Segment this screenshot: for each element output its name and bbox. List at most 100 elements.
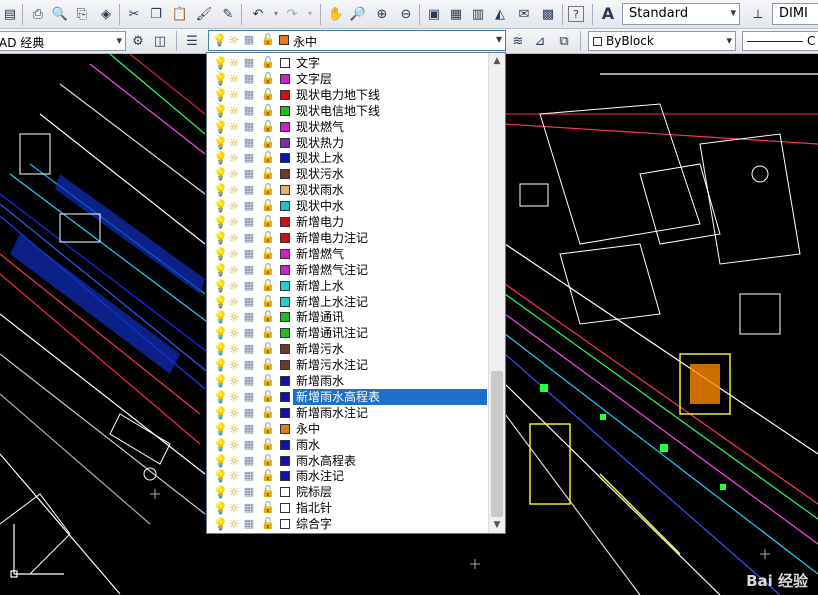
layer-row[interactable]: 💡 ☼ ▦ 🔓 新增上水 [207,278,489,294]
layer-on-icon[interactable]: 💡 [213,279,228,293]
layer-on-icon[interactable]: 💡 [213,517,228,531]
viewport-freeze-icon[interactable]: ▦ [242,485,256,499]
layer-row[interactable]: 💡 ☼ ▦ 🔓 综合字 [207,516,489,532]
viewport-freeze-icon[interactable]: ▦ [242,406,256,420]
lock-icon[interactable]: 🔓 [261,390,275,404]
layer-row[interactable]: 💡 ☼ ▦ 🔓 现状上水 [207,150,489,166]
freeze-icon[interactable]: ☼ [227,326,241,340]
layer-row[interactable]: 💡 ☼ ▦ 🔓 新增燃气注记 [207,262,489,278]
viewport-freeze-icon[interactable]: ▦ [242,295,256,309]
layer-color-swatch[interactable] [280,153,290,164]
freeze-icon[interactable]: ☼ [227,310,241,324]
lock-icon[interactable]: 🔓 [261,422,275,436]
layer-color-swatch[interactable] [280,519,290,530]
scroll-up-icon[interactable]: ▲ [489,53,505,69]
design-center-icon[interactable]: ▦ [446,4,466,24]
layer-color-swatch[interactable] [280,121,290,132]
layer-color-swatch[interactable] [280,344,290,355]
lock-icon[interactable]: 🔓 [261,501,275,515]
layer-color-swatch[interactable] [280,201,290,212]
lock-icon[interactable]: 🔓 [261,310,275,324]
workspace-combo[interactable]: AD 经典 ▾ [0,31,126,51]
layer-color-swatch[interactable] [280,232,290,243]
freeze-icon[interactable]: ☼ [227,104,241,118]
viewport-freeze-icon[interactable]: ▦ [242,199,256,213]
lock-icon[interactable]: 🔓 [261,279,275,293]
freeze-icon[interactable]: ☼ [227,199,241,213]
freeze-icon[interactable]: ☼ [227,390,241,404]
viewport-freeze-icon[interactable]: ▦ [242,151,256,165]
layer-row[interactable]: 💡 ☼ ▦ 🔓 院标层 [207,484,489,500]
layer-on-icon[interactable]: 💡 [213,374,228,388]
layer-row[interactable]: 💡 ☼ ▦ 🔓 现状热力 [207,135,489,151]
viewport-freeze-icon[interactable]: ▦ [242,88,256,102]
layer-color-swatch[interactable] [280,503,290,514]
freeze-icon[interactable]: ☼ [227,167,241,181]
layer-row[interactable]: 💡 ☼ ▦ 🔓 新增污水注记 [207,357,489,373]
layer-row[interactable]: 💡 ☼ ▦ 🔓 文字层 [207,71,489,87]
layer-color-swatch[interactable] [280,73,290,84]
layer-row[interactable]: 💡 ☼ ▦ 🔓 现状污水 [207,166,489,182]
lock-icon[interactable]: 🔓 [261,215,275,229]
viewport-freeze-icon[interactable]: ▦ [242,215,256,229]
layer-on-icon[interactable]: 💡 [213,199,228,213]
lock-icon[interactable]: 🔓 [261,295,275,309]
layer-on-icon[interactable]: 💡 [213,454,228,468]
layer-color-swatch[interactable] [280,217,290,227]
lock-icon[interactable]: 🔓 [261,263,275,277]
layer-color-swatch[interactable] [280,407,290,418]
calculator-icon[interactable]: ▩ [538,4,558,24]
layer-color-swatch[interactable] [280,312,290,323]
freeze-icon[interactable]: ☼ [227,295,241,309]
layer-on-icon[interactable]: 💡 [213,326,228,340]
layer-previous-icon[interactable]: ◫ [150,31,170,51]
lock-icon[interactable]: 🔓 [261,247,275,261]
viewport-freeze-icon[interactable]: ▦ [242,167,256,181]
lock-icon[interactable]: 🔓 [261,358,275,372]
layer-row[interactable]: 💡 ☼ ▦ 🔓 新增通讯 [207,309,489,325]
lineweight-combo[interactable]: C [742,31,818,51]
viewport-freeze-icon[interactable]: ▦ [242,469,256,483]
freeze-icon[interactable]: ☼ [227,454,241,468]
freeze-icon[interactable]: ☼ [227,485,241,499]
freeze-icon[interactable]: ☼ [227,183,241,197]
freeze-icon[interactable]: ☼ [227,151,241,165]
layer-on-icon[interactable]: 💡 [213,231,228,245]
layer-combo[interactable]: 💡 ☼ ▦ 🔓 永中 ▾ [208,30,506,51]
layer-color-swatch[interactable] [280,487,290,498]
layer-on-icon[interactable]: 💡 [213,88,228,102]
linetype-combo[interactable]: ByBlock ▾ [588,31,736,51]
freeze-icon[interactable]: ☼ [227,358,241,372]
viewport-freeze-icon[interactable]: ▦ [242,247,256,261]
freeze-icon[interactable]: ☼ [227,88,241,102]
properties-icon[interactable]: ▣ [424,4,444,24]
dim-style-icon[interactable]: ⟂ [748,4,768,24]
freeze-icon[interactable]: ☼ [227,501,241,515]
viewport-freeze-icon[interactable]: ▦ [242,501,256,515]
layer-color-swatch[interactable] [280,360,290,371]
layer-on-icon[interactable]: 💡 [213,438,228,452]
layer-color-swatch[interactable] [280,264,290,275]
lock-icon[interactable]: 🔓 [261,485,275,499]
layer-row[interactable]: 💡 ☼ ▦ 🔓 永中 [207,421,489,437]
lock-icon[interactable]: 🔓 [261,231,275,245]
layer-row[interactable]: 💡 ☼ ▦ 🔓 现状中水 [207,198,489,214]
viewport-freeze-icon[interactable]: ▦ [242,263,256,277]
make-current-icon[interactable]: ≋ [508,31,528,51]
freeze-icon[interactable]: ☼ [227,406,241,420]
freeze-icon[interactable]: ☼ [227,469,241,483]
plot-icon[interactable]: ⎘ [72,4,92,24]
publish-icon[interactable]: ◈ [96,4,116,24]
layer-color-swatch[interactable] [280,439,290,450]
layer-color-swatch[interactable] [280,296,290,307]
layer-match-icon[interactable]: ⧉ [554,31,574,51]
viewport-freeze-icon[interactable]: ▦ [242,438,256,452]
layer-row[interactable]: 💡 ☼ ▦ 🔓 新增燃气 [207,246,489,262]
layer-on-icon[interactable]: 💡 [213,295,228,309]
scrollbar[interactable]: ▲ ▼ [488,53,505,533]
lock-icon[interactable]: 🔓 [261,167,275,181]
layer-on-icon[interactable]: 💡 [213,120,228,134]
cut-icon[interactable]: ✂ [124,4,144,24]
layer-on-icon[interactable]: 💡 [213,167,228,181]
lock-icon[interactable]: 🔓 [261,183,275,197]
